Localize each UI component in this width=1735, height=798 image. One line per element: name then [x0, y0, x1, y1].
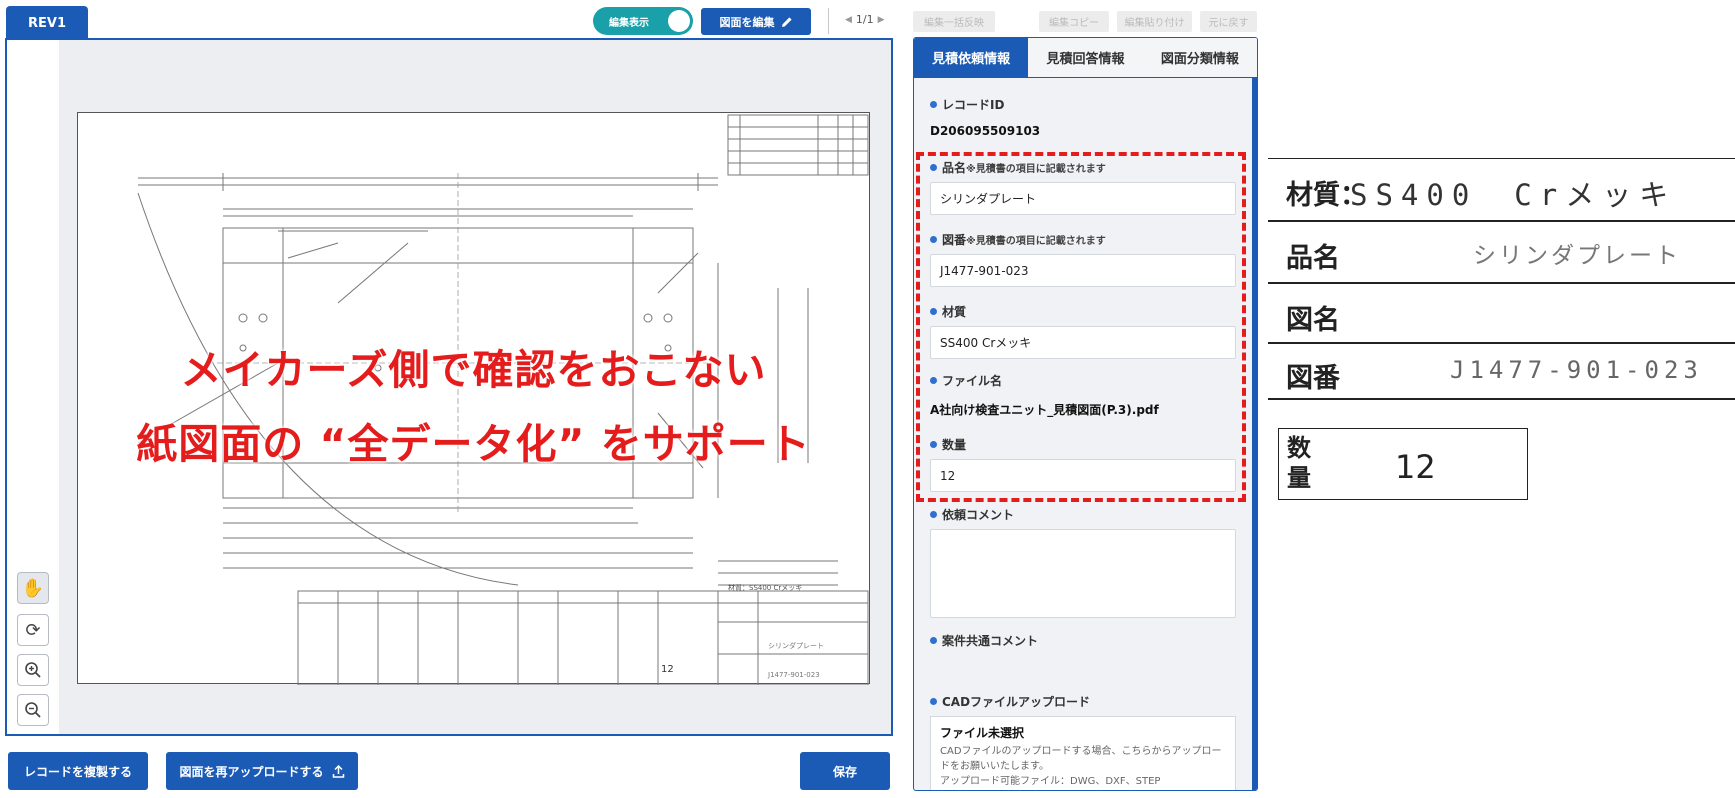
record-id-label-text: レコードID	[942, 98, 1005, 112]
page-navigator: ◀ 1/1 ▶	[845, 13, 885, 26]
edit-drawing-button[interactable]: 図面を編集	[701, 8, 811, 35]
zoom-row-material: 材質： SS400 Crメッキ	[1268, 158, 1735, 218]
duplicate-record-label: レコードを複製する	[23, 764, 132, 779]
cad-upload-dropzone[interactable]: ファイル未選択 CADファイルのアップロードする場合、こちらからアップロードをお…	[930, 716, 1236, 790]
toggle-knob	[668, 10, 690, 32]
bullet-icon	[930, 698, 937, 705]
bulk-apply-button[interactable]: 編集一括反映	[913, 11, 995, 32]
zoom-part-name-label: 品名	[1286, 243, 1340, 274]
tab-drawing-classification[interactable]: 図面分類情報	[1142, 38, 1257, 77]
tab-quote-request[interactable]: 見積依頼情報	[914, 38, 1029, 77]
rotate-tool[interactable]: ⟳	[17, 614, 49, 646]
record-id-label: レコードID	[930, 96, 1004, 113]
drawing-material-note: 材質：SS400 Crメッキ	[728, 584, 803, 592]
upload-icon	[332, 764, 344, 778]
pencil-icon	[781, 16, 792, 27]
zoom-out-icon	[25, 702, 41, 718]
rotate-icon: ⟳	[25, 619, 41, 641]
save-button[interactable]: 保存	[800, 752, 890, 790]
record-id-value: D206095509103	[930, 124, 1041, 138]
zoom-quantity-label: 数量	[1287, 434, 1311, 492]
zoom-in-tool[interactable]	[17, 654, 49, 686]
toolbar-divider	[828, 8, 829, 34]
next-page-icon[interactable]: ▶	[878, 15, 885, 25]
cad-status: ファイル未選択	[940, 726, 1025, 740]
drawing-lines	[137, 114, 869, 685]
edit-drawing-button-label: 図面を編集	[719, 15, 775, 29]
undo-button[interactable]: 元に戻す	[1200, 11, 1257, 32]
revision-tab[interactable]: REV1	[6, 6, 88, 40]
save-label: 保存	[832, 764, 857, 779]
cad-allowed-files: アップロード可能ファイル：DWG、DXF、STEP	[940, 776, 1161, 787]
panel-tabs: 見積依頼情報 見積回答情報 図面分類情報	[914, 38, 1257, 78]
panel-scrollbar[interactable]	[1252, 78, 1257, 790]
zoom-drawing-name-label: 図名	[1286, 305, 1340, 336]
zoom-row-drawing-name: 図名	[1268, 282, 1735, 342]
record-panel: 見積依頼情報 見積回答情報 図面分類情報 レコードID D20609550910…	[913, 37, 1258, 791]
zoom-material-value: SS400 Crメッキ	[1350, 178, 1677, 212]
cad-upload-label: CADファイルアップロード	[930, 693, 1090, 710]
edit-view-toggle[interactable]: 編集表示	[593, 7, 693, 35]
reupload-drawing-button[interactable]: 図面を再アップロードする	[166, 752, 358, 790]
copy-edit-button[interactable]: 編集コピー	[1039, 11, 1109, 32]
highlight-dashed-box	[916, 152, 1246, 502]
edit-view-toggle-label: 編集表示	[609, 17, 649, 29]
zoom-part-name-value: シリンダプレート	[1473, 243, 1681, 269]
zoom-out-tool[interactable]	[17, 694, 49, 726]
drawing-part-name: シリンダプレート	[768, 642, 824, 650]
bullet-icon	[930, 637, 937, 644]
drawing-quantity: 12	[661, 664, 674, 675]
bullet-icon	[930, 101, 937, 108]
zoom-drawing-number-label: 図番	[1286, 363, 1340, 394]
shared-comment-label: 案件共通コメント	[930, 632, 1038, 649]
bullet-icon	[930, 511, 937, 518]
reupload-drawing-label: 図面を再アップロードする	[179, 764, 324, 779]
page-indicator: 1/1	[855, 13, 874, 26]
zoom-drawing-number-value: J1477-901-023	[1450, 356, 1703, 384]
cad-description: CADファイルのアップロードする場合、こちらからアップロードをお願いいたします。	[940, 746, 1222, 772]
request-comment-label: 依頼コメント	[930, 506, 1014, 523]
overlay-caption-line2: 紙図面の “全データ化” をサポート	[136, 420, 811, 468]
request-comment-textarea[interactable]	[930, 529, 1236, 618]
request-comment-label-text: 依頼コメント	[942, 508, 1015, 522]
zoom-in-icon	[25, 662, 41, 678]
prev-page-icon[interactable]: ◀	[845, 15, 852, 25]
viewer-toolrail: ✋ ⟳	[7, 40, 59, 734]
pan-tool[interactable]: ✋	[17, 572, 49, 604]
tab-quote-answer[interactable]: 見積回答情報	[1028, 38, 1143, 77]
duplicate-record-button[interactable]: レコードを複製する	[8, 752, 148, 790]
title-block-zoom: 材質： SS400 Crメッキ 品名 シリンダプレート 図名 図番 J1477-…	[1268, 158, 1735, 408]
drawing-number: J1477-901-023	[768, 671, 820, 679]
zoom-row-part-name: 品名 シリンダプレート	[1268, 220, 1735, 280]
shared-comment-label-text: 案件共通コメント	[942, 634, 1039, 648]
cad-upload-label-text: CADファイルアップロード	[942, 695, 1091, 709]
overlay-caption-line1: メイカーズ側で確認をおこない	[180, 346, 767, 394]
zoom-quantity-value: 12	[1395, 448, 1436, 486]
paste-edit-button[interactable]: 編集貼り付け	[1117, 11, 1192, 32]
zoom-row-drawing-number: 図番 J1477-901-023	[1268, 342, 1735, 400]
hand-icon: ✋	[21, 577, 45, 599]
zoom-quantity-box: 数量 12	[1278, 428, 1528, 500]
technical-drawing: 材質：SS400 Crメッキ 12 シリンダプレート J1477-901-023	[77, 112, 870, 685]
